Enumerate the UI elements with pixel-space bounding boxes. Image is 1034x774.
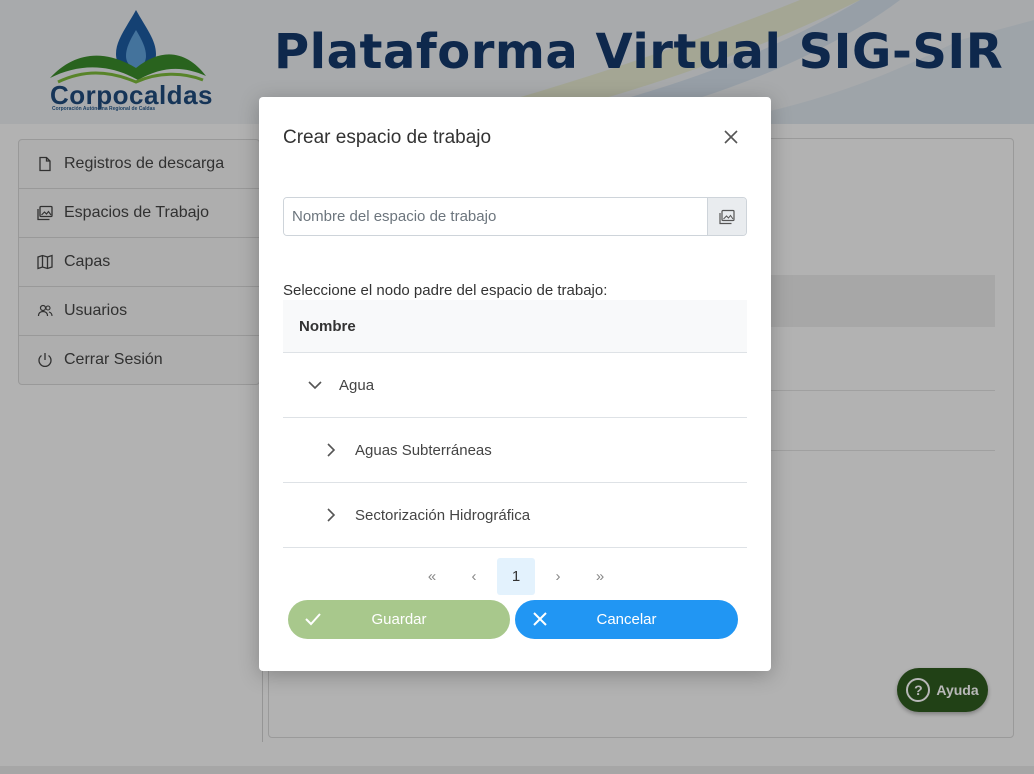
tree-row-label: Agua xyxy=(339,376,375,394)
check-icon xyxy=(305,613,321,626)
tree-row-label: Sectorización Hidrográfica xyxy=(355,506,531,524)
pagination: « ‹ 1 › » xyxy=(413,558,623,595)
chevron-right-icon[interactable] xyxy=(321,440,341,460)
workspace-name-input[interactable] xyxy=(284,198,707,235)
close-icon xyxy=(533,612,547,626)
first-page-button[interactable]: « xyxy=(413,558,451,595)
tree-row-sectorizacion[interactable]: Sectorización Hidrográfica xyxy=(283,483,747,548)
cancel-button[interactable]: Cancelar xyxy=(515,600,738,639)
tree-row-label: Aguas Subterráneas xyxy=(355,441,492,459)
modal-title: Crear espacio de trabajo xyxy=(283,127,492,148)
tree-header-nombre: Nombre xyxy=(299,317,356,335)
parent-node-tree: Nombre Agua Aguas Subterráneas Sectoriza… xyxy=(283,300,747,548)
chevron-right-icon[interactable] xyxy=(321,505,341,525)
prev-page-button[interactable]: ‹ xyxy=(455,558,493,595)
close-icon[interactable] xyxy=(721,127,741,147)
next-page-button[interactable]: › xyxy=(539,558,577,595)
tree-row-aguas-subterraneas[interactable]: Aguas Subterráneas xyxy=(283,418,747,483)
page: Corpocaldas Corporación Autónoma Regiona… xyxy=(0,0,1034,774)
create-workspace-modal: Crear espacio de trabajo Seleccione el n… xyxy=(259,97,771,671)
workspace-name-group xyxy=(283,197,747,236)
save-label: Guardar xyxy=(371,611,427,628)
tree-header: Nombre xyxy=(283,300,747,353)
images-addon-icon xyxy=(707,198,746,235)
chevron-down-icon[interactable] xyxy=(305,375,325,395)
parent-node-label: Seleccione el nodo padre del espacio de … xyxy=(283,282,608,299)
page-1-button[interactable]: 1 xyxy=(497,558,535,595)
last-page-button[interactable]: » xyxy=(581,558,619,595)
tree-row-agua[interactable]: Agua xyxy=(283,353,747,418)
save-button[interactable]: Guardar xyxy=(288,600,510,639)
cancel-label: Cancelar xyxy=(596,611,657,628)
